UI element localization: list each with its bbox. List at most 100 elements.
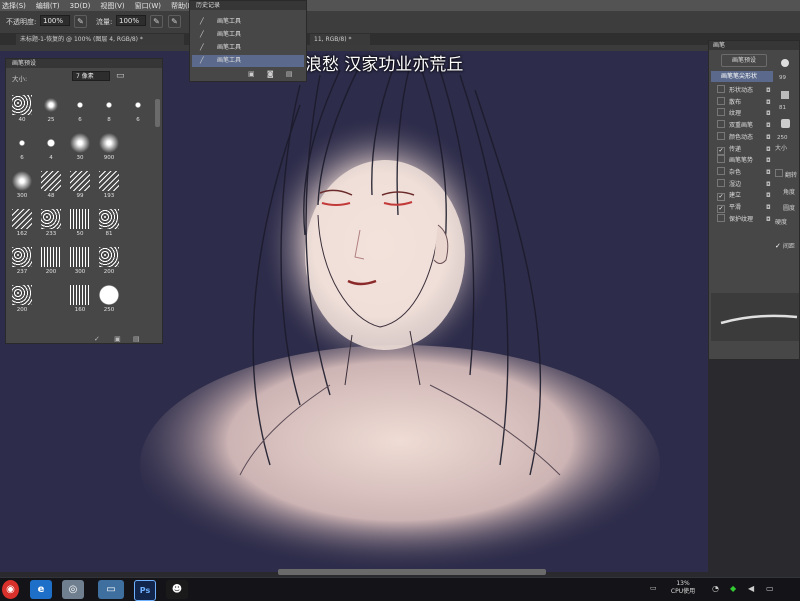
brush-preset-cell[interactable]: 6 bbox=[126, 95, 150, 125]
brush-preset-cell[interactable] bbox=[126, 209, 150, 239]
camera-icon[interactable]: ◙ bbox=[267, 70, 274, 78]
history-item[interactable]: ╱ 画笔工具 bbox=[192, 16, 304, 28]
history-item[interactable]: ╱ 画笔工具 bbox=[192, 42, 304, 54]
brush-grid-scrollbar[interactable] bbox=[155, 99, 160, 127]
flow-input[interactable]: 100% bbox=[116, 15, 146, 26]
snapshot-icon[interactable]: ▣ bbox=[248, 70, 255, 78]
brush-option-checkbox[interactable] bbox=[717, 166, 725, 175]
keyboard-icon[interactable]: ▭ bbox=[766, 584, 774, 593]
brush-settings-tab[interactable]: 画笔 bbox=[709, 41, 799, 50]
brush-option-checkbox[interactable] bbox=[717, 85, 725, 93]
tray-icon[interactable]: ▭ bbox=[650, 584, 657, 592]
history-item[interactable]: ╱ 画笔工具 bbox=[192, 29, 304, 41]
lock-icon[interactable]: ◘ bbox=[766, 120, 771, 131]
volume-icon[interactable]: ◀ bbox=[748, 584, 754, 593]
brush-option-checkbox[interactable]: ✓ bbox=[717, 205, 725, 213]
brush-preset-cell[interactable]: 40 bbox=[10, 95, 34, 125]
brush-option-item[interactable]: 颜色动态 ◘ bbox=[717, 131, 773, 143]
brush-option-item[interactable]: ✓ 传递 ◘ bbox=[717, 144, 773, 155]
brush-option-checkbox[interactable]: ✓ bbox=[717, 193, 725, 202]
spacing-checkbox[interactable]: ✓ 间距 bbox=[775, 241, 795, 250]
lock-icon[interactable]: ◘ bbox=[766, 108, 771, 119]
menu-3d[interactable]: 3D(D) bbox=[70, 2, 91, 10]
size-input[interactable]: 7 像素 bbox=[72, 71, 110, 81]
lock-icon[interactable]: ◘ bbox=[766, 144, 771, 155]
brush-preset-cell[interactable] bbox=[39, 285, 63, 315]
brush-preset-cell[interactable]: 6 bbox=[10, 133, 34, 163]
brush-preset-cell[interactable] bbox=[126, 171, 150, 201]
brush-option-checkbox[interactable] bbox=[717, 120, 725, 129]
brush-preset-cell[interactable]: 8 bbox=[97, 95, 121, 125]
brush-option-item[interactable]: 湿边 ◘ bbox=[717, 178, 773, 190]
brush-preset-cell[interactable]: 900 bbox=[97, 133, 121, 163]
brush-option-item[interactable]: 散布 ◘ bbox=[717, 96, 773, 108]
opacity-input[interactable]: 100% bbox=[40, 15, 70, 26]
lock-icon[interactable]: ◘ bbox=[766, 214, 771, 225]
lock-icon[interactable]: ◘ bbox=[766, 202, 771, 213]
brush-preset-cell[interactable]: 233 bbox=[39, 209, 63, 239]
brush-preset-cell[interactable]: 4 bbox=[39, 133, 63, 163]
brush-preset-cell[interactable]: 25 bbox=[39, 95, 63, 125]
folder-icon[interactable]: ▭ bbox=[116, 71, 125, 81]
brush-tip-previews[interactable]: 99 81 250 bbox=[775, 55, 799, 155]
qq-taskbar-icon[interactable]: ☻ bbox=[166, 580, 188, 599]
flip-checkbox[interactable]: 翻转 bbox=[775, 169, 797, 179]
lock-icon[interactable]: ◘ bbox=[766, 85, 771, 96]
pressure-size-icon[interactable]: ✎ bbox=[168, 15, 181, 28]
tab-document-1[interactable]: 未标题-1-恢复的 @ 100% (图层 4, RGB/8) * bbox=[16, 34, 184, 45]
photoshop-taskbar-icon[interactable]: Ps bbox=[134, 580, 156, 601]
new-brush-icon[interactable]: ▣ bbox=[114, 335, 121, 343]
lock-icon[interactable]: ◘ bbox=[766, 155, 771, 166]
start-button[interactable]: ◉ bbox=[2, 580, 19, 599]
brush-option-checkbox[interactable] bbox=[717, 213, 725, 222]
brush-preset-cell[interactable] bbox=[126, 247, 150, 277]
brush-preset-cell[interactable]: 200 bbox=[10, 285, 34, 315]
airbrush-icon[interactable]: ✎ bbox=[150, 15, 163, 28]
canvas-horizontal-scrollbar[interactable] bbox=[278, 569, 546, 575]
brush-preset-cell[interactable]: 81 bbox=[97, 209, 121, 239]
brush-option-item[interactable]: 形状动态 ◘ bbox=[717, 85, 773, 96]
brush-preset-cell[interactable]: 50 bbox=[68, 209, 92, 239]
brush-option-item[interactable]: 画笔笔势 ◘ bbox=[717, 155, 773, 166]
brush-preset-cell[interactable]: 48 bbox=[39, 171, 63, 201]
brush-preset-cell[interactable]: 160 bbox=[68, 285, 92, 315]
lock-icon[interactable]: ◘ bbox=[766, 167, 771, 178]
brush-option-item[interactable]: ✓ 建立 ◘ bbox=[717, 190, 773, 202]
menu-edit[interactable]: 编辑(T) bbox=[36, 1, 60, 11]
security-icon[interactable]: ◆ bbox=[730, 584, 736, 593]
brush-preset-cell[interactable]: 200 bbox=[39, 247, 63, 277]
brush-option-item[interactable]: ✓ 平滑 ◘ bbox=[717, 202, 773, 213]
brush-preset-cell[interactable]: 6 bbox=[68, 95, 92, 125]
lock-icon[interactable]: ◘ bbox=[766, 179, 771, 190]
menu-select[interactable]: 选择(S) bbox=[2, 1, 26, 11]
tab-document-2[interactable]: 11, RGB/8) * bbox=[310, 34, 370, 45]
brush-preset-cell[interactable]: 99 bbox=[68, 171, 92, 201]
trash-icon[interactable]: ▤ bbox=[286, 70, 293, 78]
brush-preset-cell[interactable]: 300 bbox=[10, 171, 34, 201]
brush-option-checkbox[interactable]: ✓ bbox=[717, 146, 725, 155]
trash-icon[interactable]: ▤ bbox=[133, 335, 140, 343]
brush-options-icon[interactable]: ✓ bbox=[94, 335, 100, 343]
lock-icon[interactable]: ◘ bbox=[766, 132, 771, 143]
brush-preset-cell[interactable]: 162 bbox=[10, 209, 34, 239]
brush-option-item[interactable]: 纹理 ◘ bbox=[717, 108, 773, 119]
lock-icon[interactable]: ◘ bbox=[766, 97, 771, 108]
brush-option-item[interactable]: 保护纹理 ◘ bbox=[717, 213, 773, 225]
brush-preset-cell[interactable] bbox=[126, 285, 150, 315]
brush-preset-cell[interactable]: 300 bbox=[68, 247, 92, 277]
brush-option-checkbox[interactable] bbox=[717, 178, 725, 187]
menu-window[interactable]: 窗口(W) bbox=[135, 1, 161, 11]
brush-preset-cell[interactable] bbox=[126, 133, 150, 163]
brush-preset-cell[interactable]: 250 bbox=[97, 285, 121, 315]
explorer-taskbar-icon[interactable]: ▭ bbox=[98, 580, 124, 599]
lock-icon[interactable]: ◘ bbox=[766, 190, 771, 201]
brush-preset-cell[interactable]: 30 bbox=[68, 133, 92, 163]
network-icon[interactable]: ◔ bbox=[712, 584, 719, 593]
brush-option-checkbox[interactable] bbox=[717, 108, 725, 117]
brush-preset-button[interactable]: 画笔预设 bbox=[721, 54, 767, 67]
app-taskbar-icon[interactable]: ◎ bbox=[62, 580, 84, 599]
brush-option-checkbox[interactable] bbox=[717, 96, 725, 105]
brush-preset-cell[interactable]: 237 bbox=[10, 247, 34, 277]
brush-option-checkbox[interactable] bbox=[717, 131, 725, 140]
brush-preset-cell[interactable]: 193 bbox=[97, 171, 121, 201]
